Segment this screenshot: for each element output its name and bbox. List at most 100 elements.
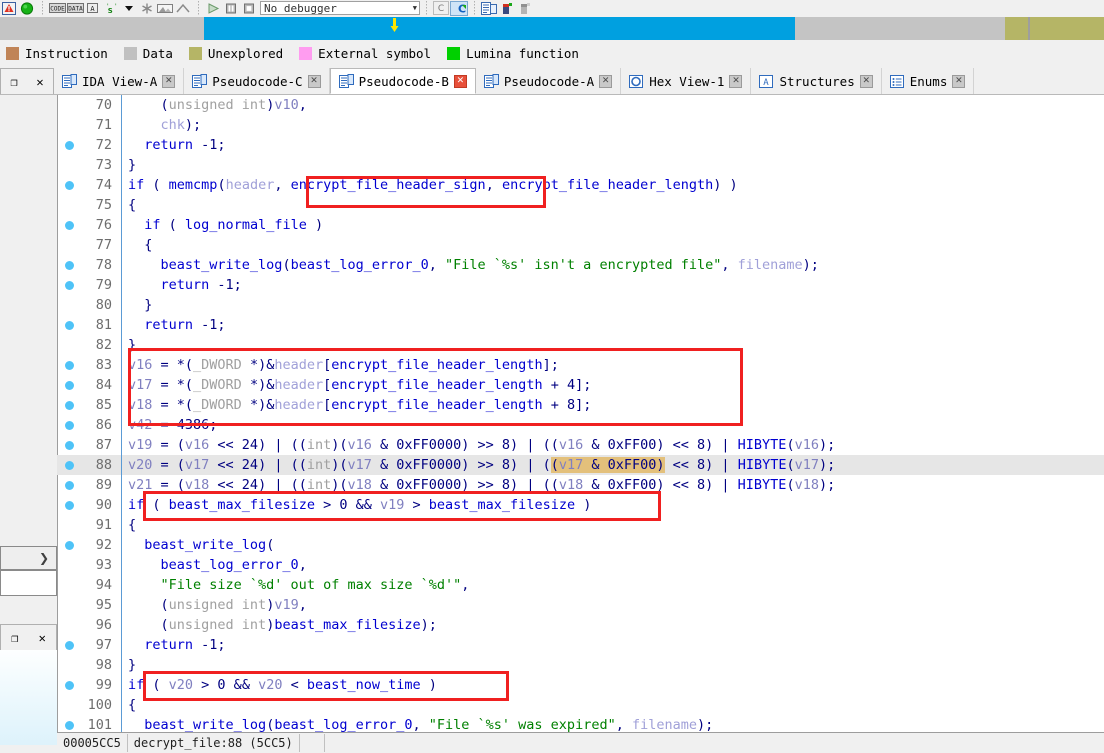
restore-icon[interactable]: ❐: [11, 631, 18, 645]
breakpoint-dot-icon[interactable]: [65, 361, 74, 370]
code-line[interactable]: 96 (unsigned int)beast_max_filesize);: [57, 615, 1104, 635]
code-line[interactable]: 101 beast_write_log(beast_log_error_0, "…: [57, 715, 1104, 732]
code-line[interactable]: 97 return -1;: [57, 635, 1104, 655]
code-line[interactable]: 100 {: [57, 695, 1104, 715]
tab-close-icon[interactable]: ✕: [162, 74, 176, 88]
tab-enums[interactable]: Enums ✕: [881, 68, 975, 94]
indent-guide: [121, 615, 122, 635]
tab-pseudocode-a[interactable]: Pseudocode-A ✕: [475, 68, 622, 94]
undefine-asterisk-icon[interactable]: [138, 1, 156, 16]
line-number: 97: [95, 637, 112, 653]
breakpoint-dot-icon[interactable]: [65, 541, 74, 550]
breakpoint-dot-icon[interactable]: [65, 501, 74, 510]
code-line[interactable]: 77 {: [57, 235, 1104, 255]
breakpoint-dot-icon[interactable]: [65, 681, 74, 690]
code-line[interactable]: 84 v17 = *(_DWORD *)&header[encrypt_file_…: [57, 375, 1104, 395]
nav-segment-unknown-left[interactable]: [0, 17, 204, 40]
breakpoint-dot-icon[interactable]: [65, 321, 74, 330]
code-line[interactable]: 79 return -1;: [57, 275, 1104, 295]
code-line[interactable]: 83 v16 = *(_DWORD *)&header[encrypt_file_…: [57, 355, 1104, 375]
breakpoint-dot-icon[interactable]: [65, 221, 74, 230]
tab-close-icon[interactable]: ✕: [952, 74, 966, 88]
nav-segment-instruction[interactable]: [204, 17, 795, 40]
tab-hex-view-1[interactable]: Hex View-1 ✕: [621, 68, 752, 94]
navigation-band[interactable]: [0, 17, 1104, 40]
code-line[interactable]: 74 if ( memcmp(header, encrypt_file_heade…: [57, 175, 1104, 195]
database-grey-icon[interactable]: [516, 1, 534, 16]
caret-up-icon[interactable]: [174, 1, 192, 16]
code-line[interactable]: 91 {: [57, 515, 1104, 535]
tab-pseudocode-c[interactable]: Pseudocode-C ✕: [184, 68, 330, 94]
code-line[interactable]: 82}: [57, 335, 1104, 355]
code-line[interactable]: 76 if ( log_normal_file ): [57, 215, 1104, 235]
stop-debugger-icon[interactable]: [240, 1, 258, 16]
decompile-c-icon[interactable]: C: [432, 1, 450, 16]
code-line[interactable]: 78 beast_write_log(beast_log_error_0, "F…: [57, 255, 1104, 275]
database-red-icon[interactable]: [498, 1, 516, 16]
make-data-icon[interactable]: DATA: [66, 1, 84, 16]
restore-icon[interactable]: ❐: [10, 75, 17, 89]
code-line[interactable]: 85 v18 = *(_DWORD *)&header[encrypt_file_…: [57, 395, 1104, 415]
code-line[interactable]: 98}: [57, 655, 1104, 675]
code-line[interactable]: 87 v19 = (v16 << 24) | ((int)(v16 & 0xFF0…: [57, 435, 1104, 455]
image-icon[interactable]: [156, 1, 174, 16]
close-icon[interactable]: ✕: [36, 75, 43, 89]
tab-close-icon[interactable]: ✕: [453, 74, 467, 88]
code-line[interactable]: 80 }: [57, 295, 1104, 315]
tab-close-icon[interactable]: ✕: [729, 74, 743, 88]
code-line[interactable]: 72 return -1;: [57, 135, 1104, 155]
tab-close-icon[interactable]: ✕: [599, 74, 613, 88]
breakpoint-dot-icon[interactable]: [65, 641, 74, 650]
code-line[interactable]: 73}: [57, 155, 1104, 175]
breakpoint-dot-icon[interactable]: [65, 721, 74, 730]
tab-close-icon[interactable]: ✕: [859, 74, 873, 88]
run-green-icon[interactable]: [18, 1, 36, 16]
run-debugger-icon[interactable]: [204, 1, 222, 16]
breakpoint-dot-icon[interactable]: [65, 181, 74, 190]
code-line[interactable]: 81 return -1;: [57, 315, 1104, 335]
legend-swatch-instruction: [6, 46, 19, 60]
code-line[interactable]: 89 v21 = (v18 << 24) | ((int)(v18 & 0xFF0…: [57, 475, 1104, 495]
close-icon[interactable]: ✕: [39, 631, 46, 645]
tab-close-icon[interactable]: ✕: [307, 74, 321, 88]
make-code-icon[interactable]: CODE: [48, 1, 66, 16]
make-array-icon[interactable]: A: [84, 1, 102, 16]
pause-debugger-icon[interactable]: [222, 1, 240, 16]
tab-pseudocode-b[interactable]: Pseudocode-B ✕: [329, 68, 476, 94]
warning-icon[interactable]: [0, 1, 18, 16]
decompile-all-icon[interactable]: C: [450, 0, 468, 16]
list-functions-icon[interactable]: [480, 1, 498, 16]
code-line[interactable]: 90 if ( beast_max_filesize > 0 && v19 > b…: [57, 495, 1104, 515]
code-line[interactable]: 92 beast_write_log(: [57, 535, 1104, 555]
code-line[interactable]: 93 beast_log_error_0,: [57, 555, 1104, 575]
tab-label: Hex View-1: [649, 73, 725, 89]
tab-ida-view-a[interactable]: IDA View-A ✕: [54, 68, 185, 94]
breakpoint-dot-icon[interactable]: [65, 261, 74, 270]
code-line[interactable]: 71 chk);: [57, 115, 1104, 135]
breakpoint-dot-icon[interactable]: [65, 381, 74, 390]
nav-segment-data[interactable]: [795, 17, 1005, 40]
code-line[interactable]: 94 "File size `%d' out of max size `%d'"…: [57, 575, 1104, 595]
make-string-icon[interactable]: ' s ': [102, 1, 120, 16]
tab-structures[interactable]: A Structures ✕: [751, 68, 882, 94]
code-line[interactable]: 86 v42 = 4386;: [57, 415, 1104, 435]
code-line[interactable]: 75 {: [57, 195, 1104, 215]
breakpoint-dot-icon[interactable]: [65, 401, 74, 410]
code-line[interactable]: 88 v20 = (v17 << 24) | ((int)(v17 & 0xFF0…: [57, 455, 1104, 475]
pseudocode-editor[interactable]: 70 (unsigned int)v10, 71 chk); 72 return -…: [57, 95, 1104, 732]
breakpoint-dot-icon[interactable]: [65, 481, 74, 490]
nav-segment-unexplored-a[interactable]: [1005, 17, 1028, 40]
code-line[interactable]: 70 (unsigned int)v10,: [57, 95, 1104, 115]
chevron-down-icon[interactable]: [120, 1, 138, 16]
left-dock-expand-button[interactable]: ❯: [0, 546, 57, 570]
code-line[interactable]: 95 (unsigned int)v19,: [57, 595, 1104, 615]
code-line[interactable]: 99 if ( v20 > 0 && v20 < beast_now_time ): [57, 675, 1104, 695]
nav-segment-unexplored-b[interactable]: [1030, 17, 1104, 40]
breakpoint-dot-icon[interactable]: [65, 441, 74, 450]
breakpoint-dot-icon[interactable]: [65, 421, 74, 430]
breakpoint-dot-icon[interactable]: [65, 461, 74, 470]
debugger-select[interactable]: No debugger ▼: [260, 1, 420, 15]
left-dock-input-fragment[interactable]: [0, 570, 57, 596]
breakpoint-dot-icon[interactable]: [65, 281, 74, 290]
breakpoint-dot-icon[interactable]: [65, 141, 74, 150]
